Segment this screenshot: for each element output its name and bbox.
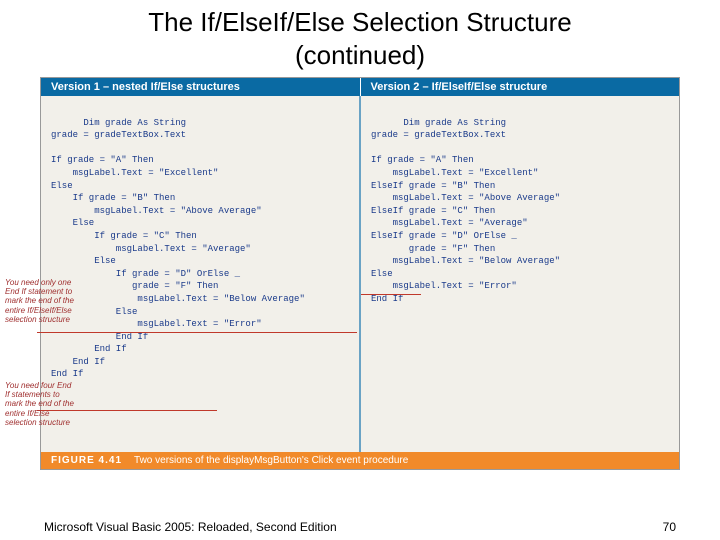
code-figure: Version 1 – nested If/Else structures Ve…: [40, 77, 680, 470]
figure-caption-bar: FIGURE 4.41 Two versions of the displayM…: [41, 452, 679, 469]
column-headers: Version 1 – nested If/Else structures Ve…: [41, 78, 679, 96]
annotation-end-if-four: You need four End If statements to mark …: [5, 381, 77, 427]
code-right-text: Dim grade As String grade = gradeTextBox…: [371, 118, 560, 304]
annotation-end-if-single: You need only one End If statement to ma…: [5, 278, 77, 324]
code-version-2: Dim grade As String grade = gradeTextBox…: [359, 96, 679, 452]
code-left-text: Dim grade As String grade = gradeTextBox…: [51, 118, 305, 380]
figure-label: FIGURE 4.41: [51, 455, 122, 466]
header-left: Version 1 – nested If/Else structures: [41, 78, 360, 96]
header-right: Version 2 – If/ElseIf/Else structure: [360, 78, 680, 96]
footer-text: Microsoft Visual Basic 2005: Reloaded, S…: [44, 520, 337, 534]
page-number: 70: [663, 520, 676, 534]
callout-line-3: [361, 294, 421, 295]
callout-line-1: [37, 332, 357, 333]
slide-title: The If/ElseIf/Else Selection Structure(c…: [0, 0, 720, 73]
figure-caption: Two versions of the displayMsgButton's C…: [134, 455, 408, 466]
code-columns: Dim grade As String grade = gradeTextBox…: [41, 96, 679, 452]
slide-footer: Microsoft Visual Basic 2005: Reloaded, S…: [0, 520, 720, 534]
code-version-1: Dim grade As String grade = gradeTextBox…: [41, 96, 359, 452]
